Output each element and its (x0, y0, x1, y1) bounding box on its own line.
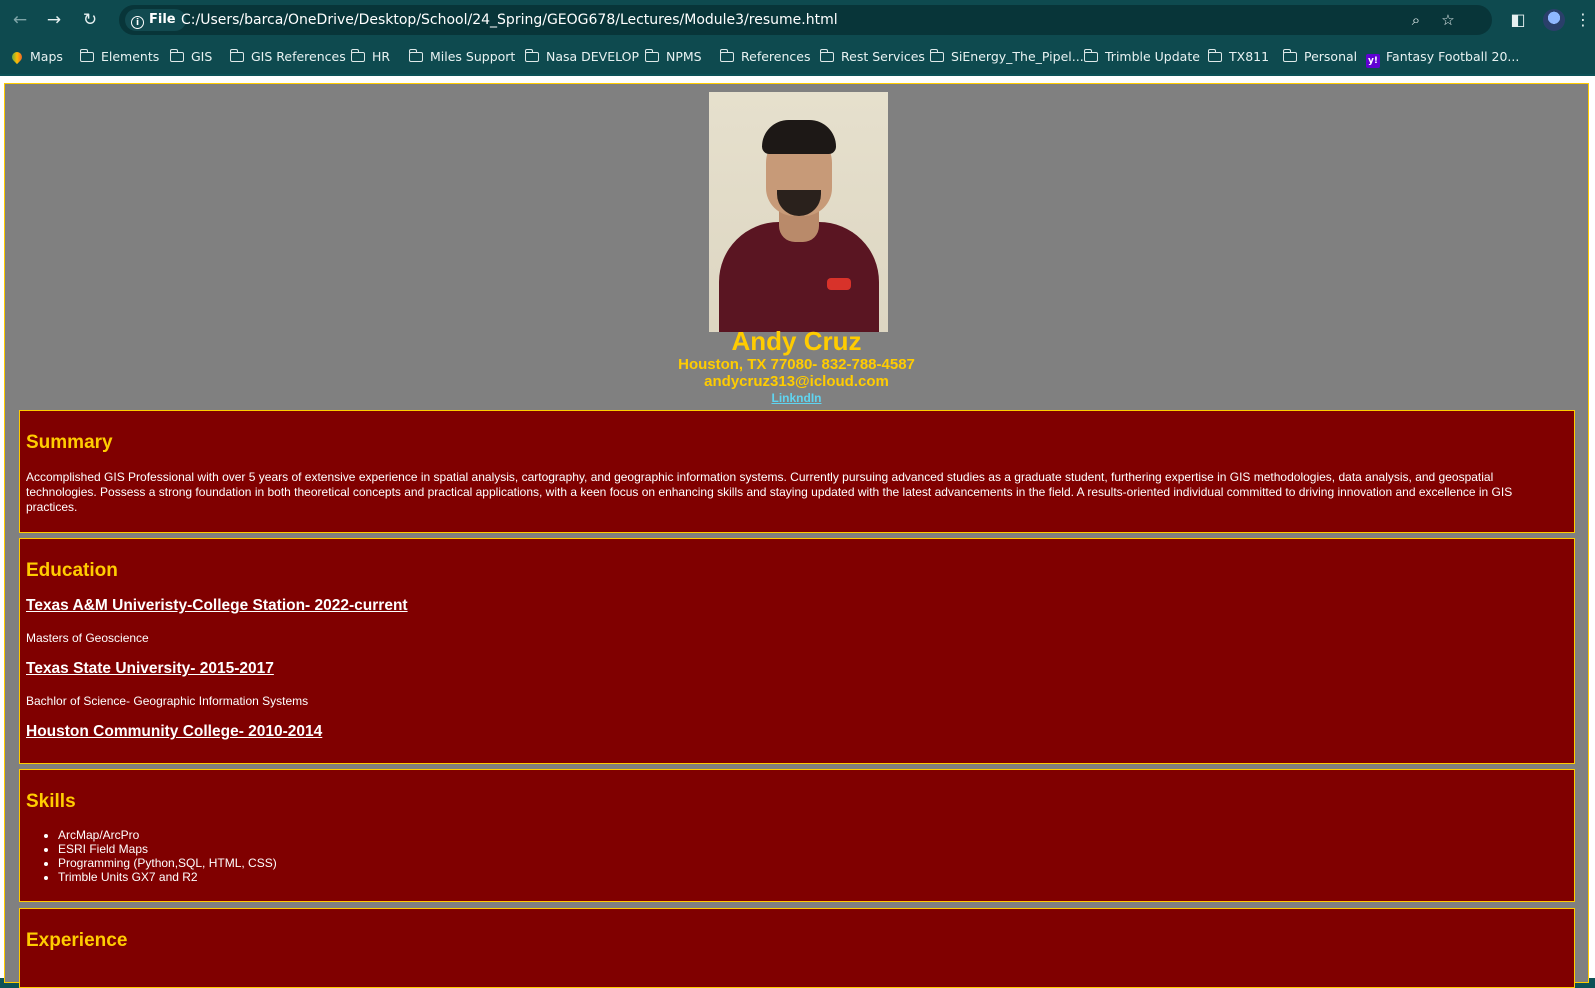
bookmark-label: Miles Support (430, 49, 516, 64)
extensions-icon[interactable]: ⋮ (1575, 8, 1591, 32)
education-degree: Masters of Geoscience (26, 631, 149, 645)
back-arrow-icon[interactable]: ← (8, 8, 32, 32)
bookmark-label: GIS (191, 49, 213, 64)
yahoo-icon: y! (1366, 54, 1380, 68)
bookmark-folder-references[interactable]: References (719, 48, 811, 66)
linkedin-link[interactable]: LinkndIn (5, 391, 1588, 405)
folder-icon (79, 49, 94, 62)
folder-icon (1083, 49, 1098, 62)
education-degree: Bachlor of Science- Geographic Informati… (26, 694, 309, 708)
site-info-button[interactable]: i File (125, 9, 186, 31)
bookmarks-bar: Maps Elements GIS GIS References HR Mile… (0, 40, 1595, 74)
folder-icon (929, 49, 944, 62)
bookmark-maps[interactable]: Maps (9, 48, 63, 66)
info-icon: i (131, 16, 144, 29)
zoom-icon[interactable]: ⌕ (1404, 8, 1428, 32)
folder-icon (350, 49, 365, 62)
bookmark-folder-nasa-develop[interactable]: Nasa DEVELOP (524, 48, 640, 66)
bookmark-label: NPMS (666, 49, 702, 64)
bookmark-label: Personal (1304, 49, 1358, 64)
bookmark-star-icon[interactable]: ☆ (1436, 8, 1460, 32)
resume-location-phone: Houston, TX 77080- 832-788-4587 (678, 356, 915, 373)
experience-section: Experience (19, 908, 1575, 988)
folder-icon (229, 49, 244, 62)
side-panel-icon[interactable]: ◧ (1506, 8, 1530, 32)
bookmark-label: TX811 (1229, 49, 1270, 64)
bookmark-folder-npms[interactable]: NPMS (644, 48, 702, 66)
skills-list: ArcMap/ArcPro ESRI Field Maps Programmin… (58, 828, 277, 884)
bookmark-folder-sienergy[interactable]: SiEnergy_The_Pipel... (929, 48, 1084, 66)
bookmark-label: SiEnergy_The_Pipel... (951, 49, 1084, 64)
bookmark-folder-personal[interactable]: Personal (1282, 48, 1358, 66)
address-bar[interactable]: i File C:/Users/barca/OneDrive/Desktop/Sc… (119, 5, 1492, 35)
folder-icon (524, 49, 539, 62)
bookmark-folder-miles-support[interactable]: Miles Support (408, 48, 516, 66)
folder-icon (819, 49, 834, 62)
bookmark-label: GIS References (251, 49, 346, 64)
bookmark-label: Rest Services (841, 49, 925, 64)
education-school[interactable]: Texas State University- 2015-2017 (26, 660, 274, 678)
shirt-logo (827, 278, 851, 290)
education-section: Education Texas A&M Univeristy-College S… (19, 538, 1575, 764)
profile-avatar[interactable] (1543, 9, 1565, 31)
bookmark-label: Fantasy Football 20... (1386, 49, 1520, 64)
skills-section: Skills ArcMap/ArcPro ESRI Field Maps Pro… (19, 769, 1575, 902)
summary-text: Accomplished GIS Professional with over … (26, 470, 1513, 514)
folder-icon (1207, 49, 1222, 62)
summary-heading: Summary (26, 432, 113, 453)
url-text[interactable]: C:/Users/barca/OneDrive/Desktop/School/2… (181, 5, 838, 35)
bookmark-label: Elements (101, 49, 160, 64)
bookmark-fantasy-football[interactable]: y! Fantasy Football 20... (1366, 48, 1520, 68)
resume-name: Andy Cruz (731, 326, 862, 356)
education-school[interactable]: Houston Community College- 2010-2014 (26, 723, 322, 741)
browser-toolbar: ← → ↻ i File C:/Users/barca/OneDrive/Desk… (0, 0, 1595, 40)
skill-item: ArcMap/ArcPro (58, 828, 277, 842)
bookmark-label: HR (372, 49, 391, 64)
experience-heading: Experience (26, 930, 128, 951)
folder-icon (1282, 49, 1297, 62)
bookmark-folder-gis-references[interactable]: GIS References (229, 48, 346, 66)
bookmark-label: Nasa DEVELOP (546, 49, 640, 64)
summary-section: Summary Accomplished GIS Professional wi… (19, 410, 1575, 533)
resume-email: andycruz313@icloud.com (704, 373, 889, 390)
forward-arrow-icon[interactable]: → (42, 8, 66, 32)
bookmark-folder-elements[interactable]: Elements (79, 48, 160, 66)
skill-item: Programming (Python,SQL, HTML, CSS) (58, 856, 277, 870)
bookmark-label: Maps (30, 49, 63, 64)
education-school[interactable]: Texas A&M Univeristy-College Station- 20… (26, 597, 408, 615)
site-info-label: File (149, 12, 176, 27)
maps-pin-icon (9, 49, 25, 65)
profile-photo (709, 92, 888, 332)
bookmark-label: References (741, 49, 811, 64)
skill-item: ESRI Field Maps (58, 842, 277, 856)
folder-icon (408, 49, 423, 62)
bookmark-folder-trimble-update[interactable]: Trimble Update (1083, 48, 1200, 66)
bookmark-folder-gis[interactable]: GIS (169, 48, 213, 66)
resume-container: Andy Cruz Houston, TX 77080- 832-788-458… (4, 83, 1589, 988)
folder-icon (644, 49, 659, 62)
folder-icon (719, 49, 734, 62)
education-heading: Education (26, 560, 118, 581)
reload-icon[interactable]: ↻ (78, 8, 102, 32)
bookmark-folder-tx811[interactable]: TX811 (1207, 48, 1270, 66)
page-viewport: Andy Cruz Houston, TX 77080- 832-788-458… (0, 76, 1595, 988)
bookmark-folder-rest-services[interactable]: Rest Services (819, 48, 925, 66)
folder-icon (169, 49, 184, 62)
skills-heading: Skills (26, 791, 76, 812)
skill-item: Trimble Units GX7 and R2 (58, 870, 277, 884)
bookmark-folder-hr[interactable]: HR (350, 48, 391, 66)
bookmark-label: Trimble Update (1105, 49, 1200, 64)
